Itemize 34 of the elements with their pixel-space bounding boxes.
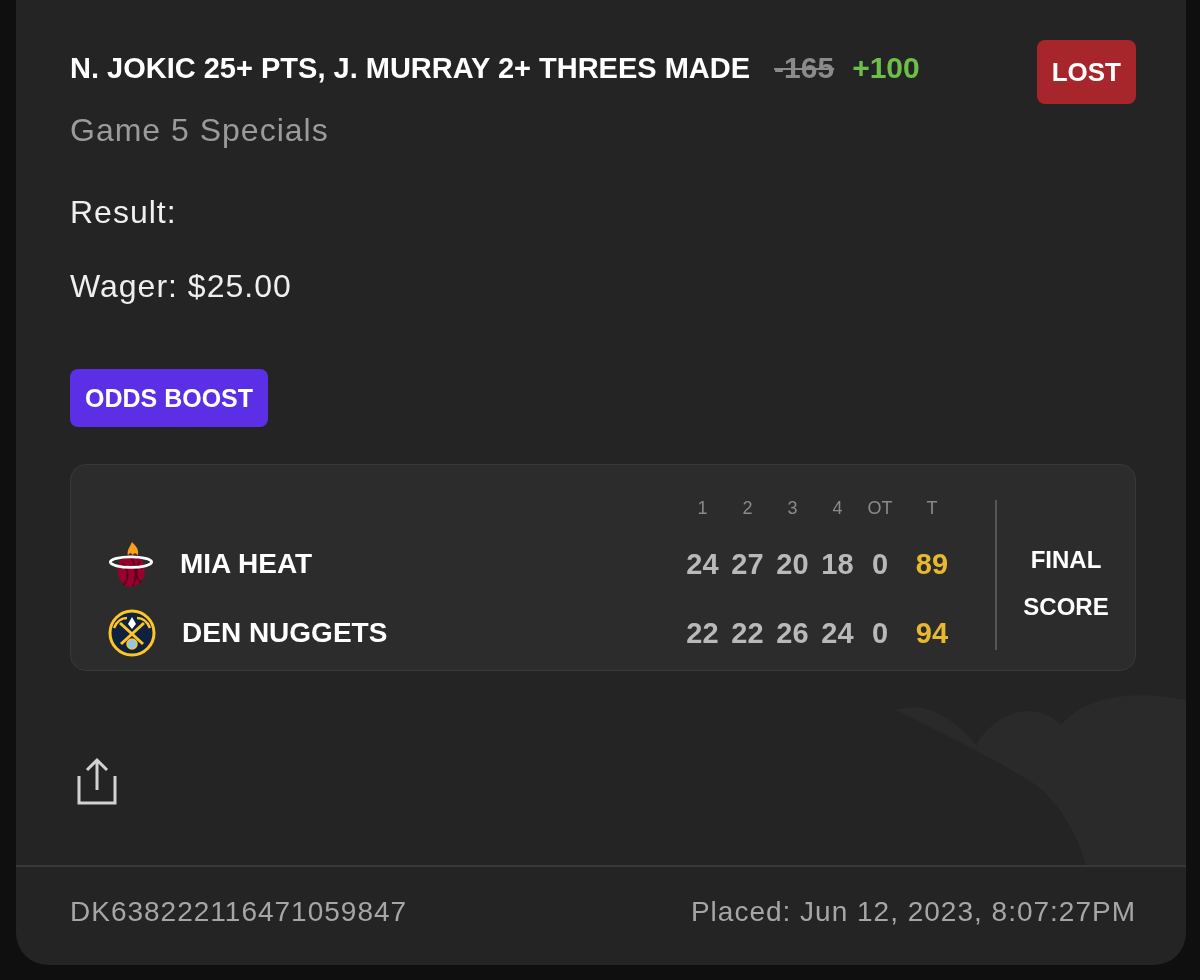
team-name: MIA HEAT [180,548,313,580]
total-score: 89 [914,547,950,581]
boost-tag: ODDS BOOST [70,369,269,427]
period-score: 22 [730,616,765,650]
total-score: 94 [914,616,950,650]
period-score: 0 [870,547,890,581]
crossed-pickaxes-icon [108,609,156,657]
period-score: 20 [775,547,810,581]
period-header: 1 [696,497,709,519]
flaming-ball-icon [108,540,154,588]
boosted-odds: +100 [852,50,920,86]
period-header: OT [866,497,894,519]
original-odds: -165 [774,50,835,86]
period-score: 24 [685,547,720,581]
detail-text: Wager: $25.00 [70,267,293,306]
period-score: 27 [730,547,765,581]
detail-text: Result: [70,193,178,232]
period-score: 22 [685,616,720,650]
status-badge: LOST [1036,40,1136,104]
period-score: 26 [775,616,810,650]
bet-title: N. JOKIC 25+ PTS, J. MURRAY 2+ THREES MADE [70,51,751,86]
team-name: DEN NUGGETS [182,617,388,649]
period-header: T [925,497,939,519]
final-score-label: FINAL SCORE [1022,545,1110,622]
period-header: 4 [831,497,844,519]
period-score: 24 [820,616,855,650]
market-name: Game 5 Specials [70,111,330,150]
period-header: 2 [741,497,754,519]
placed-date: Placed: Jun 12, 2023, 8:07:27PM [690,896,1136,928]
period-score: 18 [820,547,855,581]
bet-id: DK638222116471059847 [70,896,408,928]
share-icon[interactable] [76,757,118,805]
period-score: 0 [870,616,890,650]
period-header: 3 [786,497,799,519]
